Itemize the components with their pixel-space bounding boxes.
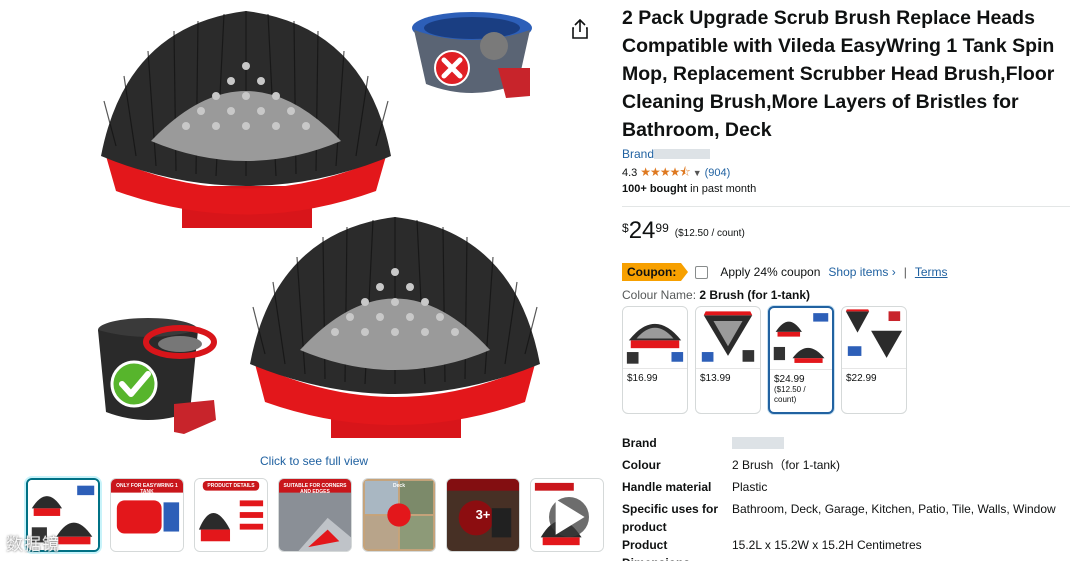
spec-key: Brand	[622, 436, 657, 450]
thumbnail-caption: SUITABLE FOR CORNERS AND EDGES	[283, 483, 347, 495]
spec-value: 2 Brush（for 1-tank)	[732, 458, 841, 472]
product-specs-table: Brand Colour 2 Brush（for 1-tank) Handle …	[622, 434, 1072, 561]
spec-row-brand: Brand	[622, 434, 1072, 456]
spec-row-specific-uses: Specific uses for product Bathroom, Deck…	[622, 500, 1072, 536]
click-to-see-full-view-link[interactable]: Click to see full view	[260, 454, 368, 468]
divider	[622, 206, 1070, 207]
swatch-option-2[interactable]: $13.99	[695, 306, 761, 414]
swatch-option-4[interactable]: $22.99	[841, 306, 907, 414]
swatch-unit-price: ($12.50 / count)	[774, 385, 806, 404]
swatch-option-1[interactable]: $16.99	[622, 306, 688, 414]
colour-swatches: $16.99 $13.99 $24.99 ($12.50 / count) $2…	[622, 306, 1072, 414]
colour-name-value: 2 Brush (for 1-tank)	[699, 288, 811, 302]
brand-name-redacted	[654, 149, 711, 159]
bought-period: in past month	[687, 183, 757, 195]
swatch-image	[770, 308, 832, 370]
swatch-price: $16.99	[627, 373, 658, 384]
brand-link[interactable]: Brand	[622, 146, 1072, 162]
coupon-separator: |	[903, 265, 907, 279]
spec-key: Specific uses for product	[622, 502, 719, 534]
rating-value: 4.3	[622, 167, 638, 179]
shop-items-link[interactable]: Shop items ›	[828, 265, 895, 279]
main-image-brush-top[interactable]	[96, 6, 396, 232]
apply-coupon-checkbox[interactable]	[695, 265, 709, 279]
swatch-image	[842, 307, 906, 369]
thumbnail-details-image	[195, 479, 267, 551]
thumbnail-uses-image	[363, 479, 435, 551]
bought-in-past-month: 100+ bought in past month	[622, 183, 1072, 195]
thumbnail-caption: PRODUCT DETAILS	[207, 483, 255, 489]
brand-value-redacted	[732, 437, 784, 449]
colour-name-label: Colour Name:	[622, 288, 697, 302]
incompatible-bucket-image	[412, 12, 532, 98]
rating-count-link[interactable]: (904)	[705, 167, 731, 179]
more-images-count: 3+	[475, 507, 491, 522]
coupon-badge: Coupon:	[622, 263, 689, 281]
play-video-icon[interactable]	[549, 497, 589, 537]
swatch-image	[696, 307, 760, 369]
thumbnail-strip: ONLY FOR EASYWRING 1 TANK PRODUCT DETAIL…	[26, 478, 604, 556]
rating-summary: 4.3 ★★★★⯪ ▼ (904)	[622, 164, 1072, 182]
coupon-row: Coupon: Apply 24% coupon Shop items › | …	[622, 262, 1072, 282]
terms-link[interactable]: Terms	[915, 265, 948, 279]
main-image-brush-bottom[interactable]	[245, 212, 545, 440]
price-symbol: $	[622, 221, 629, 235]
product-details: 2 Pack Upgrade Scrub Brush Replace Heads…	[622, 0, 1072, 561]
thumbnail-caption: ONLY FOR EASYWRING 1 TANK	[116, 483, 178, 495]
swatch-option-3-selected[interactable]: $24.99 ($12.50 / count)	[768, 306, 834, 414]
product-title: 2 Pack Upgrade Scrub Brush Replace Heads…	[622, 7, 1055, 141]
thumbnail-video[interactable]	[530, 478, 604, 552]
compatible-bucket-image	[98, 318, 217, 434]
spec-value: Plastic	[732, 480, 768, 494]
spec-key: Handle material	[622, 480, 712, 494]
spec-value: 15.2L x 15.2W x 15.2H Centimetres	[732, 538, 922, 552]
price: $ 24 99 ($12.50 / count)	[622, 218, 1072, 248]
thumbnail-4[interactable]: SUITABLE FOR CORNERS AND EDGES	[278, 478, 352, 552]
spec-row-handle-material: Handle material Plastic	[622, 478, 1072, 500]
media-gallery: Click to see full view ONLY FOR EASYWRIN…	[0, 0, 610, 561]
colour-name: Colour Name: 2 Brush (for 1-tank)	[622, 288, 1072, 302]
spec-key: Colour	[622, 458, 661, 472]
thumbnail-3[interactable]: PRODUCT DETAILS	[194, 478, 268, 552]
swatch-price: $24.99	[774, 374, 805, 385]
swatch-image	[623, 307, 687, 369]
swatch-price: $22.99	[846, 373, 877, 384]
apply-coupon-label[interactable]: Apply 24% coupon	[720, 265, 820, 279]
spec-value: Bathroom, Deck, Garage, Kitchen, Patio, …	[732, 502, 1056, 516]
spec-row-dimensions: Product Dimensions 15.2L x 15.2W x 15.2H…	[622, 536, 1072, 561]
share-icon[interactable]	[571, 19, 589, 39]
thumbnail-2[interactable]: ONLY FOR EASYWRING 1 TANK	[110, 478, 184, 552]
bought-count: 100+ bought	[622, 183, 688, 195]
price-fraction: 99	[655, 221, 669, 235]
brand-label: Brand	[622, 147, 655, 161]
price-whole: 24	[628, 217, 656, 244]
swatch-price: $13.99	[700, 373, 731, 384]
watermark: 数据镜	[6, 535, 60, 554]
price-per-unit: ($12.50 / count)	[674, 228, 745, 239]
chevron-down-icon[interactable]: ▼	[693, 168, 702, 178]
thumbnail-caption: Deck	[393, 483, 405, 489]
thumbnail-5[interactable]: Deck	[362, 478, 436, 552]
spec-key: Product Dimensions	[622, 538, 690, 561]
star-rating-icon[interactable]: ★★★★⯪	[640, 163, 690, 184]
spec-value	[732, 434, 1072, 456]
spec-row-colour: Colour 2 Brush（for 1-tank)	[622, 456, 1072, 478]
thumbnail-6[interactable]: 3+	[446, 478, 520, 552]
